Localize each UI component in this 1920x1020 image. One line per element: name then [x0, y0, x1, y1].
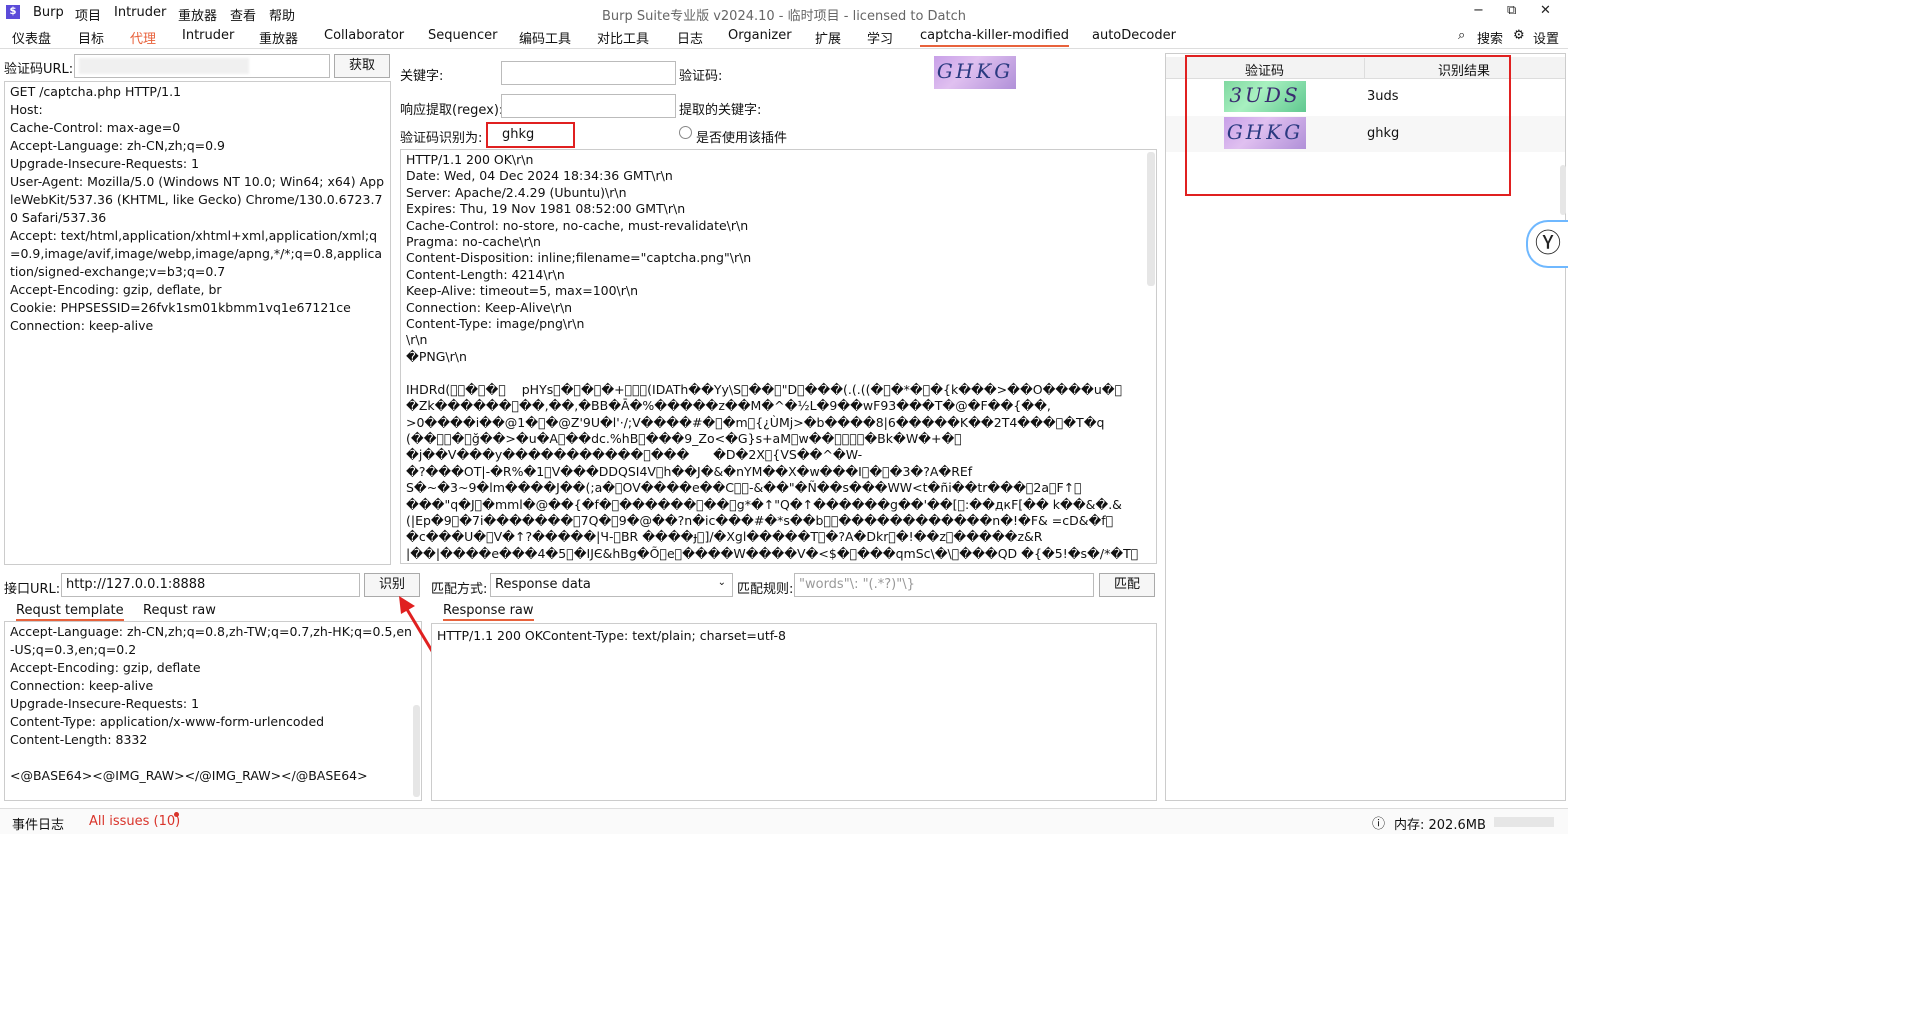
response-scrollbar[interactable]	[1147, 152, 1155, 286]
tab-sequencer[interactable]: Sequencer	[428, 28, 497, 43]
request-template-editor[interactable]: Accept-Language: zh-CN,zh;q=0.8,zh-TW;q=…	[4, 621, 422, 801]
tab-logger[interactable]: 日志	[677, 28, 703, 47]
keyword-input[interactable]	[501, 61, 676, 85]
tab-learn[interactable]: 学习	[867, 28, 893, 47]
match-rule-label: 匹配规则:	[737, 582, 794, 597]
maximize-icon[interactable]: ⧉	[1507, 3, 1516, 18]
tab-request-template[interactable]: Requst template	[16, 603, 124, 621]
main-tab-bar: 仪表盘 目标 代理 Intruder 重放器 Collaborator Sequ…	[0, 25, 1568, 49]
tab-proxy[interactable]: 代理	[130, 28, 156, 47]
match-mode-label: 匹配方式:	[431, 582, 488, 597]
captcha-url-input[interactable]	[74, 54, 330, 78]
captcha-preview-text: GHKG	[936, 59, 1014, 83]
captcha-request-editor[interactable]: GET /captcha.php HTTP/1.1 Host: Cache-Co…	[4, 81, 391, 565]
event-log-link[interactable]: 事件日志	[12, 814, 64, 833]
status-bar: 事件日志 All issues (10) ⓘ 内存: 202.6MB	[0, 808, 1568, 834]
issues-dot-badge	[174, 812, 179, 817]
tab-response-raw[interactable]: Response raw	[443, 603, 534, 621]
recognize-button[interactable]: 识别	[364, 573, 420, 597]
match-rule-placeholder: "words"\: "(.*?)"\}	[799, 577, 915, 592]
search-label[interactable]: 搜索	[1477, 28, 1503, 47]
match-mode-value: Response data	[495, 577, 591, 592]
captcha-label: 验证码:	[679, 69, 723, 84]
recognized-result-box: ghkg	[486, 122, 575, 148]
api-url-label: 接口URL:	[4, 582, 61, 597]
fetch-button[interactable]: 获取	[334, 54, 390, 78]
regex-input[interactable]	[501, 94, 676, 118]
minimize-icon[interactable]: −	[1473, 3, 1484, 18]
response-raw-viewer[interactable]: HTTP/1.1 200 OKContent-Type: text/plain;…	[431, 623, 1157, 801]
assistant-float-icon[interactable]: Ⓨ	[1526, 220, 1568, 268]
chevron-down-icon: ⌄	[717, 577, 726, 588]
tab-target[interactable]: 目标	[78, 28, 104, 47]
tab-extensions[interactable]: 扩展	[815, 28, 841, 47]
memory-usage: 内存: 202.6MB	[1394, 818, 1486, 833]
result-table-highlight	[1185, 55, 1511, 196]
tab-request-raw[interactable]: Requst raw	[143, 603, 216, 618]
template-scrollbar[interactable]	[413, 705, 420, 797]
right-scrollbar[interactable]	[1560, 165, 1566, 215]
captcha-url-label: 验证码URL:	[4, 62, 74, 77]
api-url-value: http://127.0.0.1:8888	[66, 577, 206, 592]
use-plugin-label[interactable]: 是否使用该插件	[696, 127, 787, 146]
all-issues-link[interactable]: All issues (10)	[89, 814, 180, 829]
info-icon: ⓘ	[1372, 817, 1386, 832]
memory-bar	[1494, 817, 1554, 827]
captcha-response-viewer[interactable]: HTTP/1.1 200 OK\r\n Date: Wed, 04 Dec 20…	[400, 149, 1157, 564]
api-url-input[interactable]: http://127.0.0.1:8888	[61, 573, 360, 597]
match-mode-select[interactable]: Response data ⌄	[490, 573, 733, 597]
captcha-preview-image: GHKG	[934, 56, 1016, 89]
tab-decoder[interactable]: 编码工具	[519, 28, 571, 47]
tab-intruder[interactable]: Intruder	[182, 28, 234, 43]
redacted-url	[79, 58, 249, 74]
tab-captcha-killer[interactable]: captcha-killer-modified	[920, 28, 1069, 47]
tab-comparer[interactable]: 对比工具	[597, 28, 649, 47]
extracted-keyword-label: 提取的关键字:	[679, 103, 762, 118]
tab-autodecoder[interactable]: autoDecoder	[1092, 28, 1176, 43]
close-icon[interactable]: ✕	[1540, 3, 1551, 18]
recognized-as-label: 验证码识别为:	[400, 131, 483, 146]
title-bar: $ Burp 项目 Intruder 重放器 查看 帮助 Burp Suite专…	[0, 0, 1568, 25]
regex-label: 响应提取(regex):	[400, 103, 504, 118]
window-title: Burp Suite专业版 v2024.10 - 临时项目 - licensed…	[602, 9, 966, 24]
match-button[interactable]: 匹配	[1099, 573, 1155, 597]
tab-repeater[interactable]: 重放器	[259, 28, 298, 47]
tab-collaborator[interactable]: Collaborator	[324, 28, 404, 43]
tab-dashboard[interactable]: 仪表盘	[12, 28, 51, 47]
gear-icon[interactable]: ⚙	[1513, 28, 1525, 43]
match-rule-input[interactable]: "words"\: "(.*?)"\}	[794, 573, 1094, 597]
tab-organizer[interactable]: Organizer	[728, 28, 792, 43]
recognized-result-value: ghkg	[502, 127, 535, 142]
use-plugin-radio[interactable]	[679, 126, 692, 139]
search-icon[interactable]: ⌕	[1458, 28, 1465, 43]
keyword-label: 关键字:	[400, 69, 444, 84]
settings-label[interactable]: 设置	[1533, 28, 1559, 47]
